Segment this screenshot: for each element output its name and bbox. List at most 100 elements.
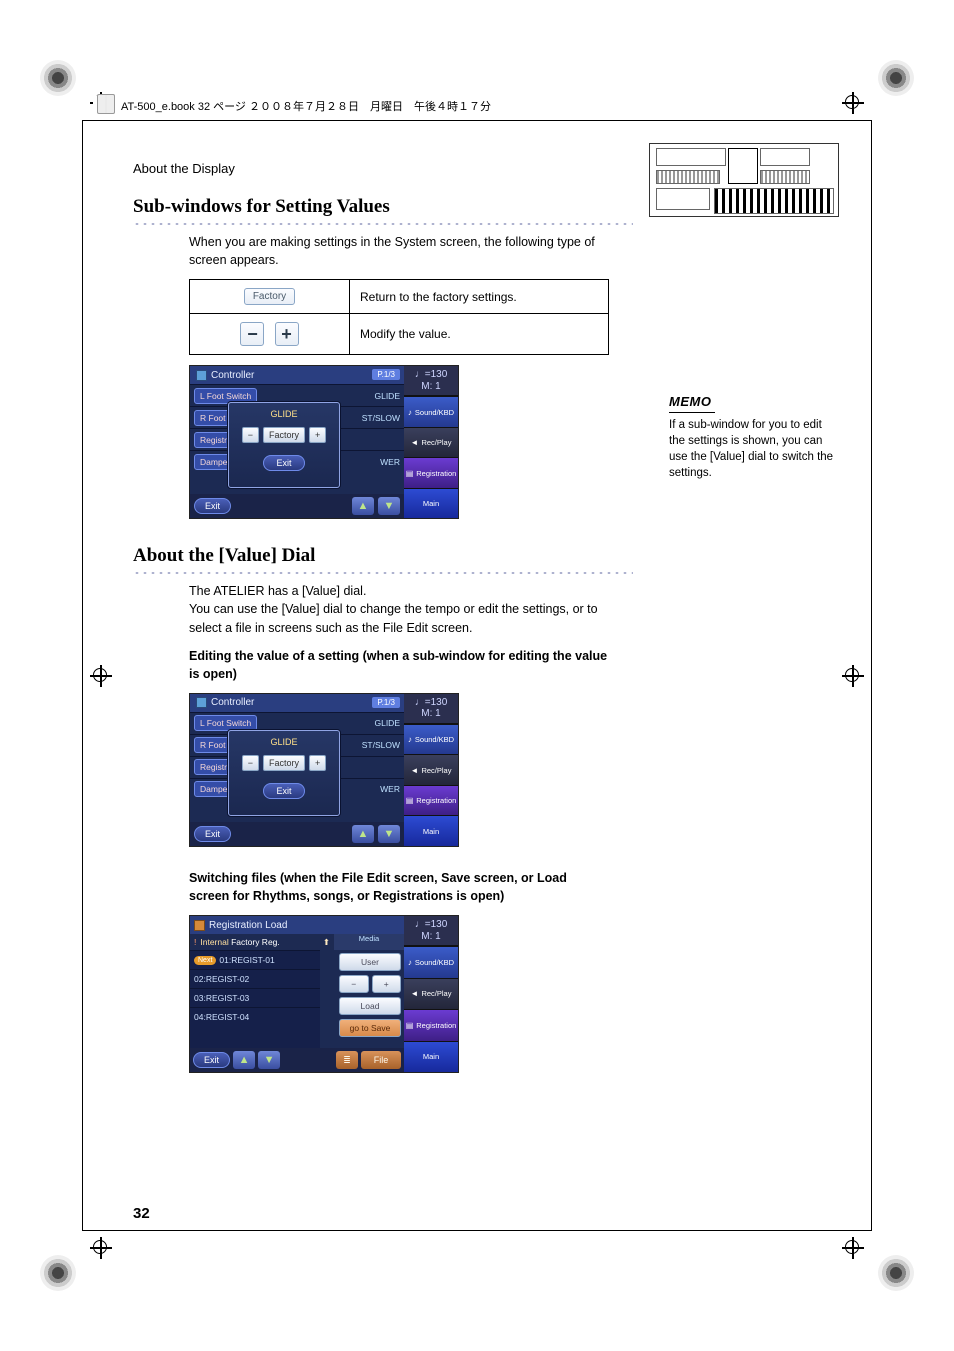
- setting-popup: GLIDE − Factory + Exit: [228, 730, 340, 816]
- page-number: 32: [133, 1205, 150, 1222]
- row-label: R Foot: [194, 737, 232, 753]
- list-item[interactable]: 02:REGIST-02: [190, 969, 320, 988]
- file-header-text: AT-500_e.book 32 ページ ２００８年７月２８日 月曜日 午後４時…: [121, 98, 491, 114]
- lcd-title-text: Registration Load: [209, 920, 287, 931]
- crop-mark: [842, 92, 864, 114]
- table-desc: Modify the value.: [350, 314, 609, 355]
- tempo-display: ♩=130 M: 1: [404, 694, 458, 724]
- up-arrow-button[interactable]: ▲: [233, 1051, 255, 1069]
- row-value: GLIDE: [374, 718, 400, 728]
- popup-plus[interactable]: +: [309, 755, 326, 771]
- registration-ornament-bl: [40, 1255, 76, 1291]
- panel-illustration: [649, 143, 839, 217]
- side-rec-play[interactable]: ◄Rec/Play: [404, 427, 458, 458]
- table-row: − + Modify the value.: [190, 314, 609, 355]
- side-sound-kbd[interactable]: ♪Sound/KBD: [404, 396, 458, 427]
- registration-list: Next01:REGIST-01 02:REGIST-02 03:REGIST-…: [190, 950, 320, 1048]
- factory-button: Factory: [244, 288, 295, 305]
- memo-body: If a sub-window for you to edit the sett…: [669, 417, 839, 481]
- popup-plus[interactable]: +: [309, 427, 326, 443]
- popup-minus[interactable]: −: [242, 427, 259, 443]
- grid-button[interactable]: ≣: [336, 1051, 358, 1069]
- side-sound-kbd[interactable]: ♪Sound/KBD: [404, 724, 458, 755]
- lcd-exit[interactable]: Exit: [194, 826, 231, 842]
- registration-ornament-tr: [878, 60, 914, 96]
- section-title-value-dial: About the [Value] Dial: [133, 545, 831, 567]
- section2-p1: The ATELIER has a [Value] dial.: [189, 582, 609, 600]
- section2-sub2: Switching files (when the File Edit scre…: [189, 869, 609, 905]
- tempo-display: ♩=130 M: 1: [404, 916, 458, 946]
- popup-value: GLIDE: [229, 403, 339, 419]
- go-to-save-button[interactable]: go to Save: [339, 1019, 401, 1037]
- settings-table: Factory Return to the factory settings. …: [189, 279, 609, 355]
- dot-rule: [133, 221, 633, 227]
- popup-factory[interactable]: Factory: [263, 755, 305, 771]
- table-row: Factory Return to the factory settings.: [190, 280, 609, 314]
- book-icon: [97, 94, 115, 114]
- load-button[interactable]: Load: [339, 997, 401, 1015]
- down-arrow-button[interactable]: ▼: [258, 1051, 280, 1069]
- side-main[interactable]: Main: [404, 815, 458, 846]
- controller-screen-1: Controller P.1/3 L Foot SwitchGLIDE R Fo…: [189, 365, 459, 519]
- dot-rule: [133, 570, 633, 576]
- list-item[interactable]: Next01:REGIST-01: [190, 950, 320, 969]
- down-arrow-button[interactable]: ▼: [378, 825, 400, 843]
- minus-button[interactable]: −: [339, 975, 369, 993]
- lcd-exit[interactable]: Exit: [194, 498, 231, 514]
- list-item[interactable]: 04:REGIST-04: [190, 1007, 320, 1026]
- section2-p2: You can use the [Value] dial to change t…: [189, 600, 609, 636]
- row-label: L Foot Switch: [194, 715, 257, 731]
- section1-intro: When you are making settings in the Syst…: [189, 233, 609, 269]
- popup-factory[interactable]: Factory: [263, 427, 305, 443]
- file-button[interactable]: File: [361, 1051, 401, 1069]
- registration-icon: [194, 920, 205, 931]
- lcd-title-text: Controller: [211, 370, 254, 381]
- plus-button[interactable]: +: [372, 975, 402, 993]
- popup-exit[interactable]: Exit: [263, 783, 304, 799]
- row-value: WER: [380, 784, 400, 794]
- side-registration[interactable]: ▤Registration: [404, 1009, 458, 1041]
- file-header: AT-500_e.book 32 ページ ２００８年７月２８日 月曜日 午後４時…: [93, 96, 495, 116]
- lcd-page-indicator: P.1/3: [372, 369, 400, 380]
- row-value: ST/SLOW: [362, 413, 400, 423]
- popup-exit[interactable]: Exit: [263, 455, 304, 471]
- popup-value: GLIDE: [229, 731, 339, 747]
- page-frame: AT-500_e.book 32 ページ ２００８年７月２８日 月曜日 午後４時…: [82, 120, 872, 1231]
- lcd-title: Controller P.1/3: [190, 366, 404, 384]
- minus-button: −: [240, 322, 264, 346]
- setting-popup: GLIDE − Factory + Exit: [228, 402, 340, 488]
- home-icon: ⬆: [323, 937, 330, 948]
- controller-icon: [196, 697, 207, 708]
- popup-minus[interactable]: −: [242, 755, 259, 771]
- row-value: WER: [380, 457, 400, 467]
- media-header: Media: [334, 934, 404, 943]
- side-rec-play[interactable]: ◄Rec/Play: [404, 978, 458, 1010]
- registration-load-screen: Registration Load ! Internal Factory Reg…: [189, 915, 459, 1073]
- side-registration[interactable]: ▤Registration: [404, 785, 458, 816]
- side-main[interactable]: Main: [404, 488, 458, 519]
- side-registration[interactable]: ▤Registration: [404, 457, 458, 488]
- plus-button: +: [275, 322, 299, 346]
- side-rec-play[interactable]: ◄Rec/Play: [404, 754, 458, 785]
- next-badge: Next: [194, 956, 216, 965]
- side-sound-kbd[interactable]: ♪Sound/KBD: [404, 946, 458, 978]
- row-value: ST/SLOW: [362, 740, 400, 750]
- user-button[interactable]: User: [339, 953, 401, 971]
- memo-heading: MEMO: [669, 393, 715, 413]
- side-main[interactable]: Main: [404, 1041, 458, 1073]
- registration-ornament-br: [878, 1255, 914, 1291]
- registration-ornament-tl: [40, 60, 76, 96]
- lcd-title: Registration Load: [190, 916, 404, 934]
- section2-sub1: Editing the value of a setting (when a s…: [189, 647, 609, 683]
- controller-icon: [196, 370, 207, 381]
- table-desc: Return to the factory settings.: [350, 280, 609, 314]
- down-arrow-button[interactable]: ▼: [378, 497, 400, 515]
- up-arrow-button[interactable]: ▲: [352, 497, 374, 515]
- controller-screen-2: Controller P.1/3 L Foot SwitchGLIDE R Fo…: [189, 693, 459, 847]
- lcd-exit[interactable]: Exit: [193, 1052, 230, 1068]
- up-arrow-button[interactable]: ▲: [352, 825, 374, 843]
- row-value: GLIDE: [374, 391, 400, 401]
- tempo-display: ♩=130 M: 1: [404, 366, 458, 396]
- crop-mark: [842, 1237, 864, 1259]
- list-item[interactable]: 03:REGIST-03: [190, 988, 320, 1007]
